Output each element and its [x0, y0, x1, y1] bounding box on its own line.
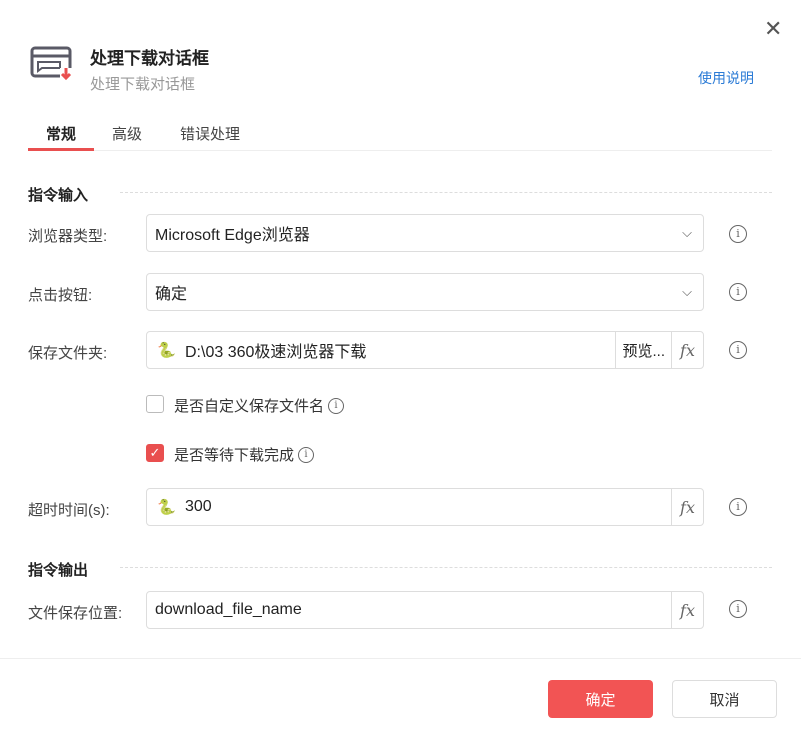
divider — [120, 567, 772, 568]
browse-button[interactable]: 预览... — [615, 332, 671, 368]
click-button-select[interactable]: 确定 ⌵ — [146, 273, 704, 311]
info-icon[interactable]: i — [328, 397, 345, 414]
timeout-label: 超时时间(s): — [28, 502, 110, 519]
info-icon[interactable]: i — [729, 225, 747, 243]
save-folder-label: 保存文件夹: — [28, 345, 108, 362]
timeout-value[interactable]: 300 — [177, 498, 671, 516]
tab-general[interactable]: 常规 — [28, 118, 95, 151]
fx-icon[interactable]: fx — [671, 489, 703, 525]
save-folder-value[interactable]: D:\03 360极速浏览器下载 — [177, 338, 615, 362]
timeout-input[interactable]: 🐍 300 fx — [146, 488, 704, 526]
chevron-down-icon: ⌵ — [682, 225, 692, 240]
section-input-title: 指令输入 — [28, 187, 89, 204]
save-folder-input[interactable]: 🐍 D:\03 360极速浏览器下载 预览... fx — [146, 331, 704, 369]
fx-icon[interactable]: fx — [671, 592, 703, 628]
browser-type-label: 浏览器类型: — [28, 228, 108, 245]
dialog-title: 处理下载对话框 — [90, 49, 209, 68]
divider — [120, 192, 772, 193]
browser-type-value: Microsoft Edge浏览器 — [155, 227, 310, 244]
confirm-button[interactable]: 确定 — [548, 680, 653, 718]
wait-download-text: 是否等待下载完成 — [174, 447, 295, 464]
tab-advanced[interactable]: 高级 — [112, 118, 142, 150]
save-location-input[interactable]: download_file_name fx — [146, 591, 704, 629]
info-icon[interactable]: i — [729, 600, 747, 618]
section-output-title: 指令输出 — [28, 562, 89, 579]
dialog-subtitle: 处理下载对话框 — [90, 76, 196, 93]
custom-filename-label: 是否自定义保存文件名 i — [174, 395, 345, 416]
info-icon[interactable]: i — [729, 283, 747, 301]
info-icon[interactable]: i — [729, 498, 747, 516]
footer-divider — [0, 658, 801, 659]
tab-error-handling[interactable]: 错误处理 — [180, 118, 240, 150]
close-button[interactable]: ✕ — [764, 16, 782, 42]
info-icon[interactable]: i — [729, 341, 747, 359]
python-icon: 🐍 — [157, 499, 176, 516]
python-icon: 🐍 — [157, 342, 176, 359]
click-button-label: 点击按钮: — [28, 287, 93, 304]
wait-download-label: 是否等待下载完成 i — [174, 444, 315, 465]
custom-filename-text: 是否自定义保存文件名 — [174, 398, 325, 415]
chevron-down-icon: ⌵ — [682, 284, 692, 299]
cancel-button[interactable]: 取消 — [672, 680, 777, 718]
wait-download-checkbox[interactable]: ✓ — [146, 444, 164, 462]
save-location-value[interactable]: download_file_name — [147, 601, 671, 619]
browser-type-select[interactable]: Microsoft Edge浏览器 ⌵ — [146, 214, 704, 252]
fx-icon[interactable]: fx — [671, 332, 703, 368]
help-link[interactable]: 使用说明 — [698, 68, 754, 88]
tab-bar: 常规 高级 错误处理 — [28, 118, 772, 151]
click-button-value: 确定 — [155, 286, 188, 303]
download-dialog-icon — [30, 46, 72, 82]
custom-filename-checkbox[interactable] — [146, 395, 164, 413]
save-location-label: 文件保存位置: — [28, 605, 123, 622]
info-icon[interactable]: i — [298, 446, 315, 463]
